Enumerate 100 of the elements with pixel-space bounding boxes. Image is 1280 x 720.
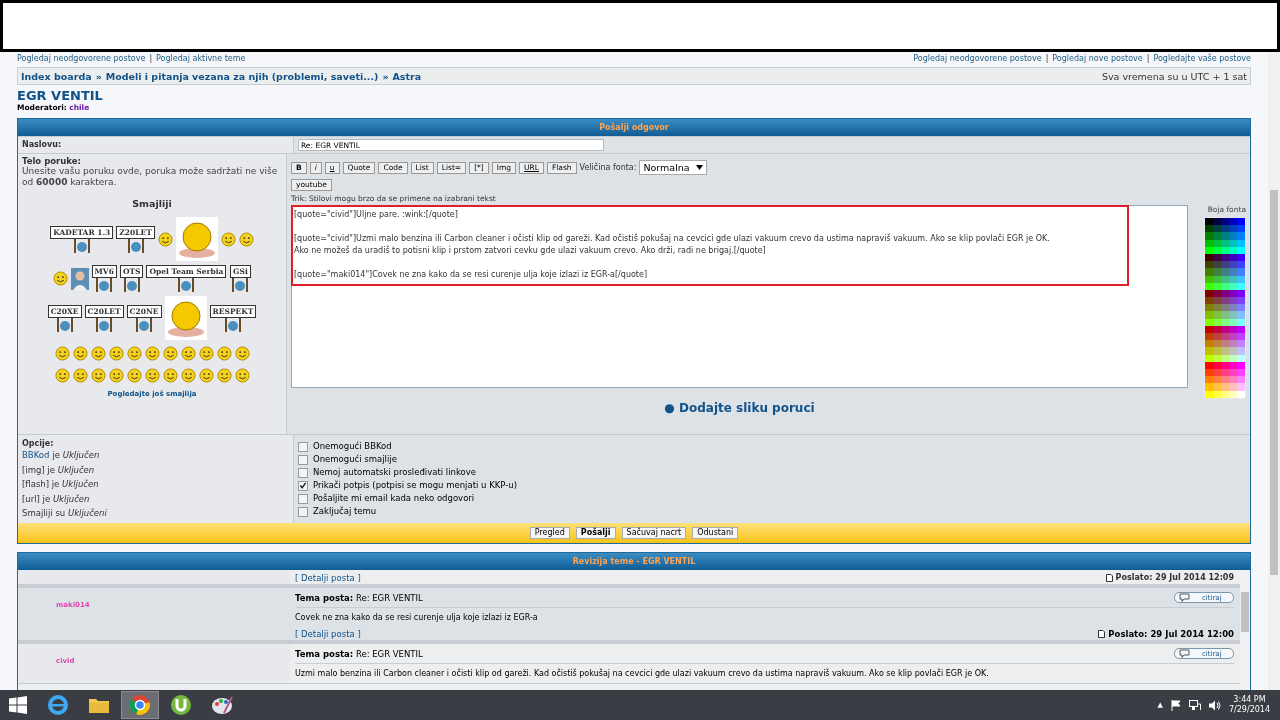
color-swatch[interactable] xyxy=(1229,340,1237,348)
smiley-icon[interactable] xyxy=(108,367,124,383)
taskbar-button[interactable] xyxy=(121,691,159,719)
color-swatch[interactable] xyxy=(1213,361,1221,369)
color-swatch[interactable] xyxy=(1205,253,1213,262)
color-swatch[interactable] xyxy=(1205,354,1213,362)
color-swatch[interactable] xyxy=(1213,232,1221,240)
color-swatch[interactable] xyxy=(1229,368,1237,377)
color-swatch[interactable] xyxy=(1213,225,1221,233)
color-swatch[interactable] xyxy=(1229,246,1237,254)
color-swatch[interactable] xyxy=(1221,246,1229,254)
color-swatch[interactable] xyxy=(1221,232,1229,240)
breadcrumb-link[interactable]: Index boarda xyxy=(21,70,92,82)
color-swatch[interactable] xyxy=(1237,390,1245,398)
topic-title[interactable]: EGR VENTIL xyxy=(17,89,1251,103)
smiley-icon[interactable] xyxy=(198,345,214,361)
color-swatch[interactable] xyxy=(1213,261,1221,269)
top-link[interactable]: Pogledaj nove postove xyxy=(1052,54,1143,63)
color-swatch[interactable] xyxy=(1229,261,1237,269)
color-swatch[interactable] xyxy=(1237,232,1245,240)
color-swatch[interactable] xyxy=(1205,297,1213,305)
smiley-icon[interactable] xyxy=(180,345,196,361)
color-swatch[interactable] xyxy=(1237,289,1245,298)
smiley-icon[interactable] xyxy=(72,367,88,383)
color-swatch[interactable] xyxy=(1213,340,1221,348)
color-swatch[interactable] xyxy=(1237,275,1245,283)
smiley-icon[interactable] xyxy=(108,345,124,361)
color-swatch[interactable] xyxy=(1213,218,1221,226)
checkbox[interactable] xyxy=(298,467,308,478)
color-swatch[interactable] xyxy=(1205,304,1213,312)
smiley-icon[interactable] xyxy=(126,367,142,383)
bbcode-link[interactable]: BBKod xyxy=(22,450,50,460)
color-swatch[interactable] xyxy=(1221,311,1229,319)
color-swatch[interactable] xyxy=(1229,304,1237,312)
smiley-icon[interactable] xyxy=(144,367,160,383)
top-link[interactable]: Pogledaj aktivne teme xyxy=(156,54,246,63)
color-swatch[interactable] xyxy=(1205,261,1213,269)
color-swatch[interactable] xyxy=(1229,232,1237,240)
color-swatch[interactable] xyxy=(1205,225,1213,233)
checkbox[interactable] xyxy=(298,454,308,465)
color-swatch[interactable] xyxy=(1205,361,1213,369)
smiley-icon[interactable] xyxy=(52,271,68,286)
smiley-icon[interactable] xyxy=(220,231,236,247)
color-swatch[interactable] xyxy=(1221,225,1229,233)
color-swatch[interactable] xyxy=(1229,390,1237,398)
color-swatch[interactable] xyxy=(1221,354,1229,362)
color-swatch[interactable] xyxy=(1213,289,1221,298)
color-swatch[interactable] xyxy=(1237,325,1245,333)
color-swatch[interactable] xyxy=(1237,239,1245,247)
color-swatch[interactable] xyxy=(1221,383,1229,391)
checkbox[interactable] xyxy=(298,480,308,491)
color-swatch[interactable] xyxy=(1229,297,1237,305)
checkbox[interactable] xyxy=(298,506,308,517)
form-button[interactable]: Sačuvaj nacrt xyxy=(621,527,687,539)
color-swatch[interactable] xyxy=(1237,297,1245,305)
color-swatch[interactable] xyxy=(1229,333,1237,341)
color-swatch[interactable] xyxy=(1229,361,1237,369)
color-swatch[interactable] xyxy=(1213,239,1221,247)
color-swatch[interactable] xyxy=(1221,282,1229,290)
color-swatch[interactable] xyxy=(1221,390,1229,398)
top-link[interactable]: Pogledajte vaše postove xyxy=(1153,54,1251,63)
color-swatch[interactable] xyxy=(1205,218,1213,226)
smiley-icon[interactable] xyxy=(157,231,173,247)
smiley-icon[interactable] xyxy=(198,367,214,383)
breadcrumb-link[interactable]: Modeli i pitanja vezana za njih (problemi, saveti...) xyxy=(105,70,379,82)
color-swatch[interactable] xyxy=(1237,368,1245,377)
breadcrumb-link[interactable]: Astra xyxy=(392,70,422,82)
color-swatch[interactable] xyxy=(1237,253,1245,262)
smiley-icon[interactable] xyxy=(180,367,196,383)
color-swatch[interactable] xyxy=(1213,325,1221,333)
color-swatch[interactable] xyxy=(1221,333,1229,341)
smiley-icon[interactable] xyxy=(126,345,142,361)
color-swatch[interactable] xyxy=(1205,347,1213,355)
color-swatch[interactable] xyxy=(1221,325,1229,333)
color-swatch[interactable] xyxy=(1213,268,1221,276)
color-swatch[interactable] xyxy=(1229,325,1237,333)
checkbox[interactable] xyxy=(298,493,308,504)
color-swatch[interactable] xyxy=(1237,361,1245,369)
form-button[interactable]: Odustani xyxy=(692,527,739,539)
network-icon[interactable] xyxy=(1188,699,1201,711)
figure-icon[interactable] xyxy=(70,267,89,290)
smiley-icon[interactable] xyxy=(216,367,232,383)
color-swatch[interactable] xyxy=(1229,268,1237,276)
smiley-icon[interactable] xyxy=(54,367,70,383)
color-swatch[interactable] xyxy=(1229,225,1237,233)
color-swatch[interactable] xyxy=(1213,383,1221,391)
color-swatch[interactable] xyxy=(1229,218,1237,226)
add-image-link[interactable]: ● Dodajte sliku poruci xyxy=(664,400,815,415)
color-swatch[interactable] xyxy=(1221,361,1229,369)
color-swatch[interactable] xyxy=(1229,289,1237,298)
color-swatch[interactable] xyxy=(1237,383,1245,391)
smiley-icon[interactable] xyxy=(144,345,160,361)
color-swatch[interactable] xyxy=(1213,275,1221,283)
color-swatch[interactable] xyxy=(1237,282,1245,290)
color-swatch[interactable] xyxy=(1237,347,1245,355)
smiley-icon[interactable] xyxy=(90,345,106,361)
color-swatch[interactable] xyxy=(1221,347,1229,355)
color-swatch[interactable] xyxy=(1221,289,1229,298)
color-swatch[interactable] xyxy=(1213,333,1221,341)
color-swatch[interactable] xyxy=(1205,318,1213,326)
